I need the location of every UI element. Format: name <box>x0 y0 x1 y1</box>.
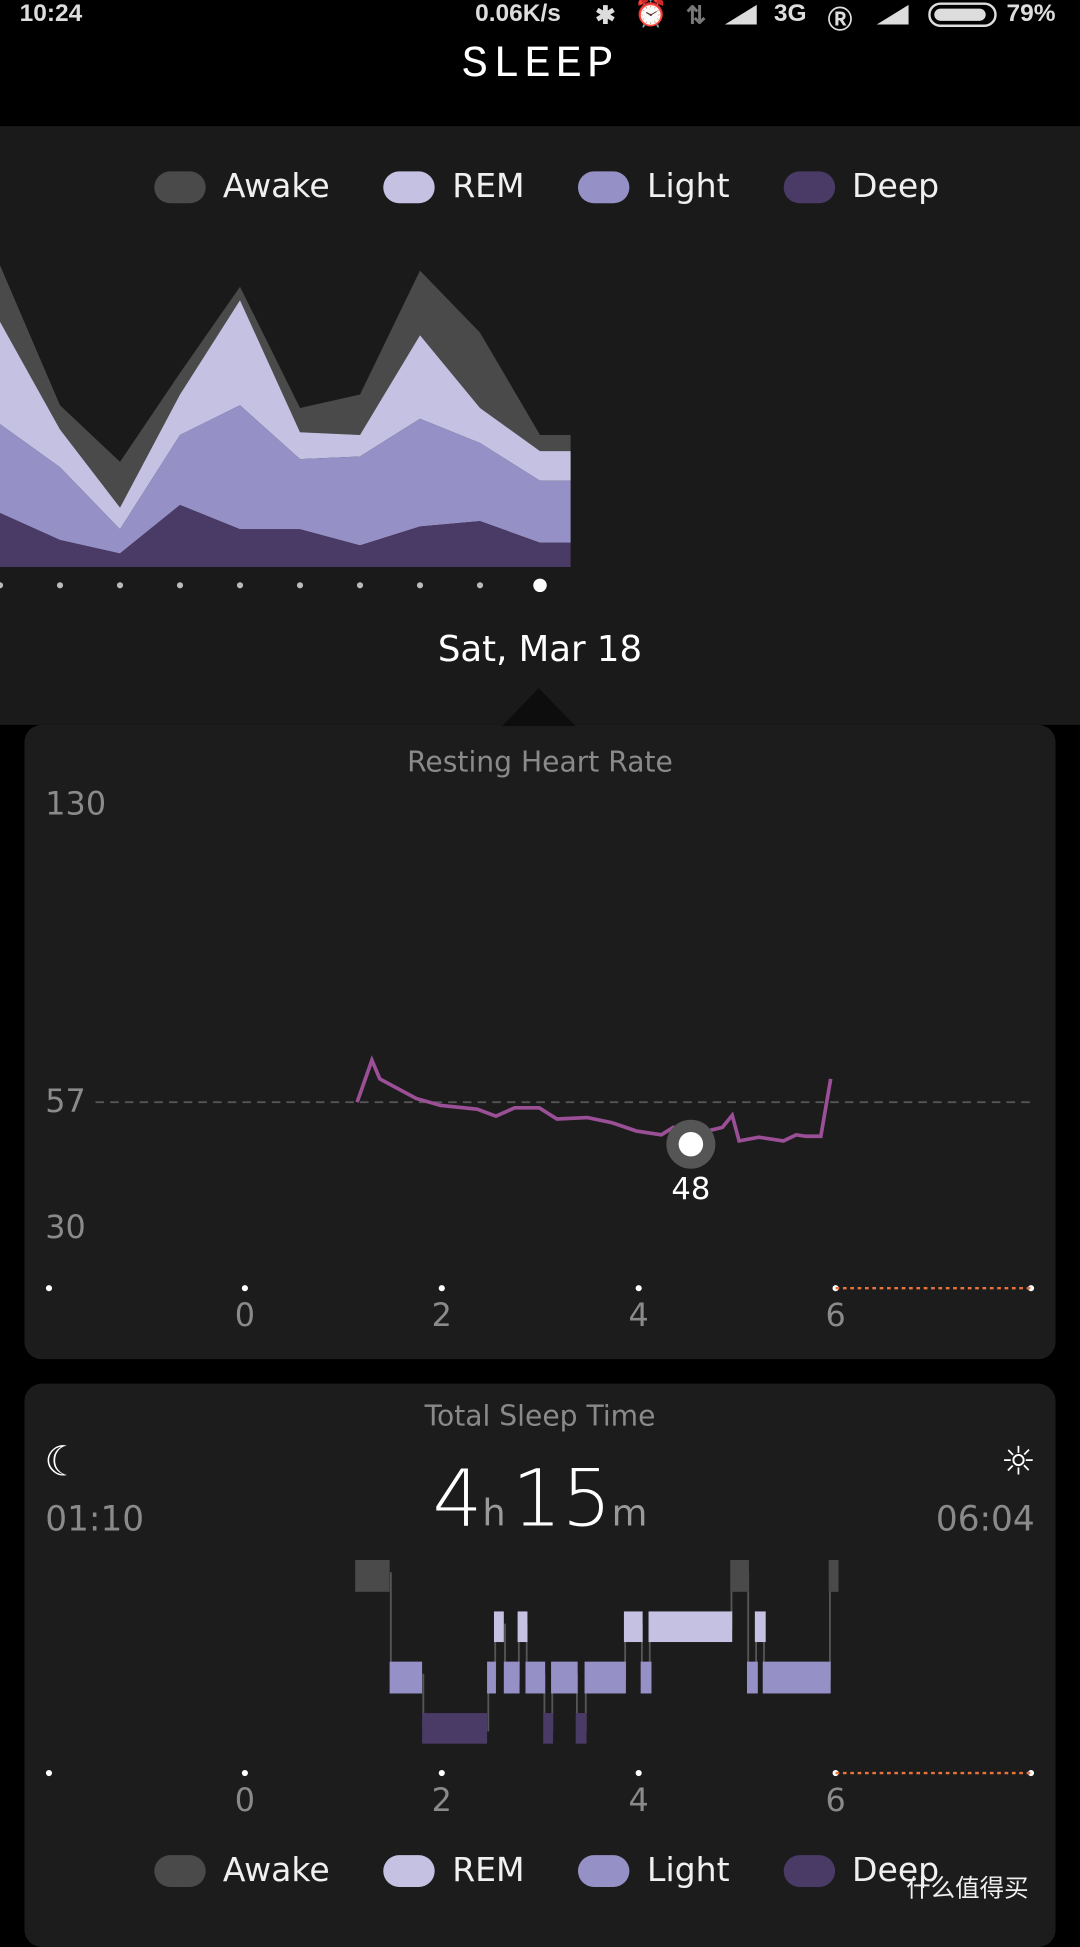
segment-light <box>525 1661 546 1694</box>
legend-rem: REM <box>383 1851 525 1889</box>
segment-light <box>487 1661 496 1694</box>
segment-rem <box>623 1611 643 1643</box>
x-tick: 4 <box>628 1782 649 1820</box>
segment-rem <box>517 1611 528 1643</box>
segment-light <box>389 1661 423 1694</box>
x-axis-dot <box>635 1770 642 1777</box>
watermark: 什么值得买 <box>906 1873 1029 1903</box>
x-axis-dot <box>45 1770 53 1777</box>
segment-light <box>640 1661 652 1694</box>
segment-light <box>762 1661 831 1694</box>
hypnogram-chart <box>45 1560 1035 1777</box>
segment-rem <box>493 1611 504 1643</box>
sleep-screen: 10:24 0.06K/s ✱ ⏰ ⇅ 3G Ⓡ 79% SLEEP Awake… <box>0 0 1080 1947</box>
legend-bottom: Awake REM Light Deep <box>154 1851 993 1889</box>
x-axis-dot <box>438 1770 445 1777</box>
segment-light <box>551 1661 578 1694</box>
segment-deep <box>543 1713 554 1744</box>
segment-rem <box>754 1611 766 1643</box>
x-axis-dot <box>241 1770 248 1777</box>
legend-light: Light <box>578 1851 730 1889</box>
x-tick: 6 <box>825 1782 846 1820</box>
legend-awake: Awake <box>154 1851 330 1889</box>
x-tick: 0 <box>234 1782 256 1820</box>
segment-rem <box>648 1611 733 1643</box>
segment-deep <box>422 1713 488 1744</box>
x-tick: 2 <box>431 1782 452 1820</box>
segment-light <box>503 1661 520 1694</box>
segment-awake <box>355 1560 390 1592</box>
segment-awake <box>730 1560 749 1592</box>
segment-light <box>746 1661 758 1694</box>
segment-light <box>584 1661 626 1694</box>
segment-awake <box>828 1560 839 1592</box>
segment-deep <box>575 1713 587 1744</box>
